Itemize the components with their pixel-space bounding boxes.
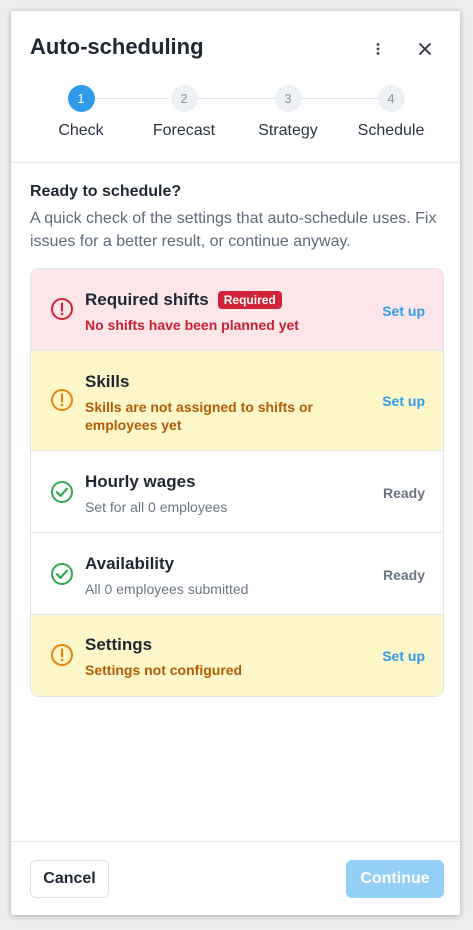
close-button[interactable] [411, 35, 439, 63]
item-subtitle: No shifts have been planned yet [85, 317, 299, 333]
check-item-hourly-wages: Hourly wages Set for all 0 employees Rea… [31, 451, 443, 533]
warning-icon [51, 389, 73, 411]
set-up-skills-link[interactable]: Set up [382, 393, 425, 409]
check-item-availability: Availability All 0 employees submitted R… [31, 533, 443, 615]
step-number: 4 [377, 85, 405, 112]
intro-title: Ready to schedule? [30, 183, 182, 200]
check-item-skills: Skills Skills are not assigned to shifts… [31, 351, 443, 451]
footer-divider [11, 841, 460, 842]
item-subtitle: Settings not configured [85, 662, 243, 678]
status-ready: Ready [382, 567, 425, 583]
step-label: Schedule [357, 122, 425, 139]
header-divider [11, 162, 460, 163]
stepper: 1 Check 2 Forecast 3 Strategy 4 Schedule [11, 85, 460, 163]
continue-button[interactable]: Continue [346, 860, 444, 898]
check-item-required-shifts: Required shifts Required No shifts have … [31, 269, 443, 351]
dialog-title: Auto-scheduling [30, 34, 204, 59]
item-subtitle: All 0 employees submitted [85, 581, 249, 597]
item-title: Skills [85, 372, 130, 391]
close-icon [419, 43, 431, 55]
item-title-row: Availability [85, 554, 174, 574]
item-title-row: Skills [85, 372, 129, 392]
step-strategy[interactable]: 3 Strategy [238, 85, 338, 140]
item-title: Availability [85, 554, 175, 573]
warning-icon [51, 644, 73, 666]
more-options-button[interactable] [364, 35, 392, 63]
step-schedule[interactable]: 4 Schedule [341, 85, 441, 140]
step-forecast[interactable]: 2 Forecast [134, 85, 234, 140]
check-circle-icon [51, 563, 73, 585]
item-title: Required shifts [85, 290, 209, 309]
dialog-header: Auto-scheduling [11, 11, 460, 81]
step-label: Strategy [258, 122, 318, 139]
step-label: Check [58, 122, 104, 139]
item-subtitle: Set for all 0 employees [85, 499, 228, 515]
item-title-row: Required shifts Required [85, 290, 282, 310]
item-title-row: Hourly wages [85, 472, 196, 492]
step-number: 2 [170, 85, 198, 112]
required-badge: Required [217, 291, 282, 309]
step-number: 3 [274, 85, 302, 112]
status-ready: Ready [382, 485, 425, 501]
set-up-settings-link[interactable]: Set up [382, 648, 425, 664]
step-label: Forecast [152, 122, 216, 139]
readiness-checklist: Required shifts Required No shifts have … [30, 268, 444, 697]
cancel-button[interactable]: Cancel [30, 860, 109, 898]
item-title-row: Settings [85, 635, 152, 655]
set-up-required-shifts-link[interactable]: Set up [382, 303, 425, 319]
item-subtitle: Skills are not assigned to shifts or emp… [85, 399, 313, 433]
check-circle-icon [51, 481, 73, 503]
check-item-settings: Settings Settings not configured Set up [31, 615, 443, 696]
more-vertical-icon [376, 43, 380, 55]
step-number: 1 [67, 85, 95, 112]
step-check[interactable]: 1 Check [31, 85, 131, 140]
auto-scheduling-dialog: Auto-scheduling 1 Check 2 Forecast 3 Str… [11, 11, 460, 915]
intro-description: A quick check of the settings that auto-… [30, 210, 437, 250]
item-title: Settings [85, 635, 153, 654]
item-title: Hourly wages [85, 472, 196, 491]
error-icon [51, 298, 73, 320]
